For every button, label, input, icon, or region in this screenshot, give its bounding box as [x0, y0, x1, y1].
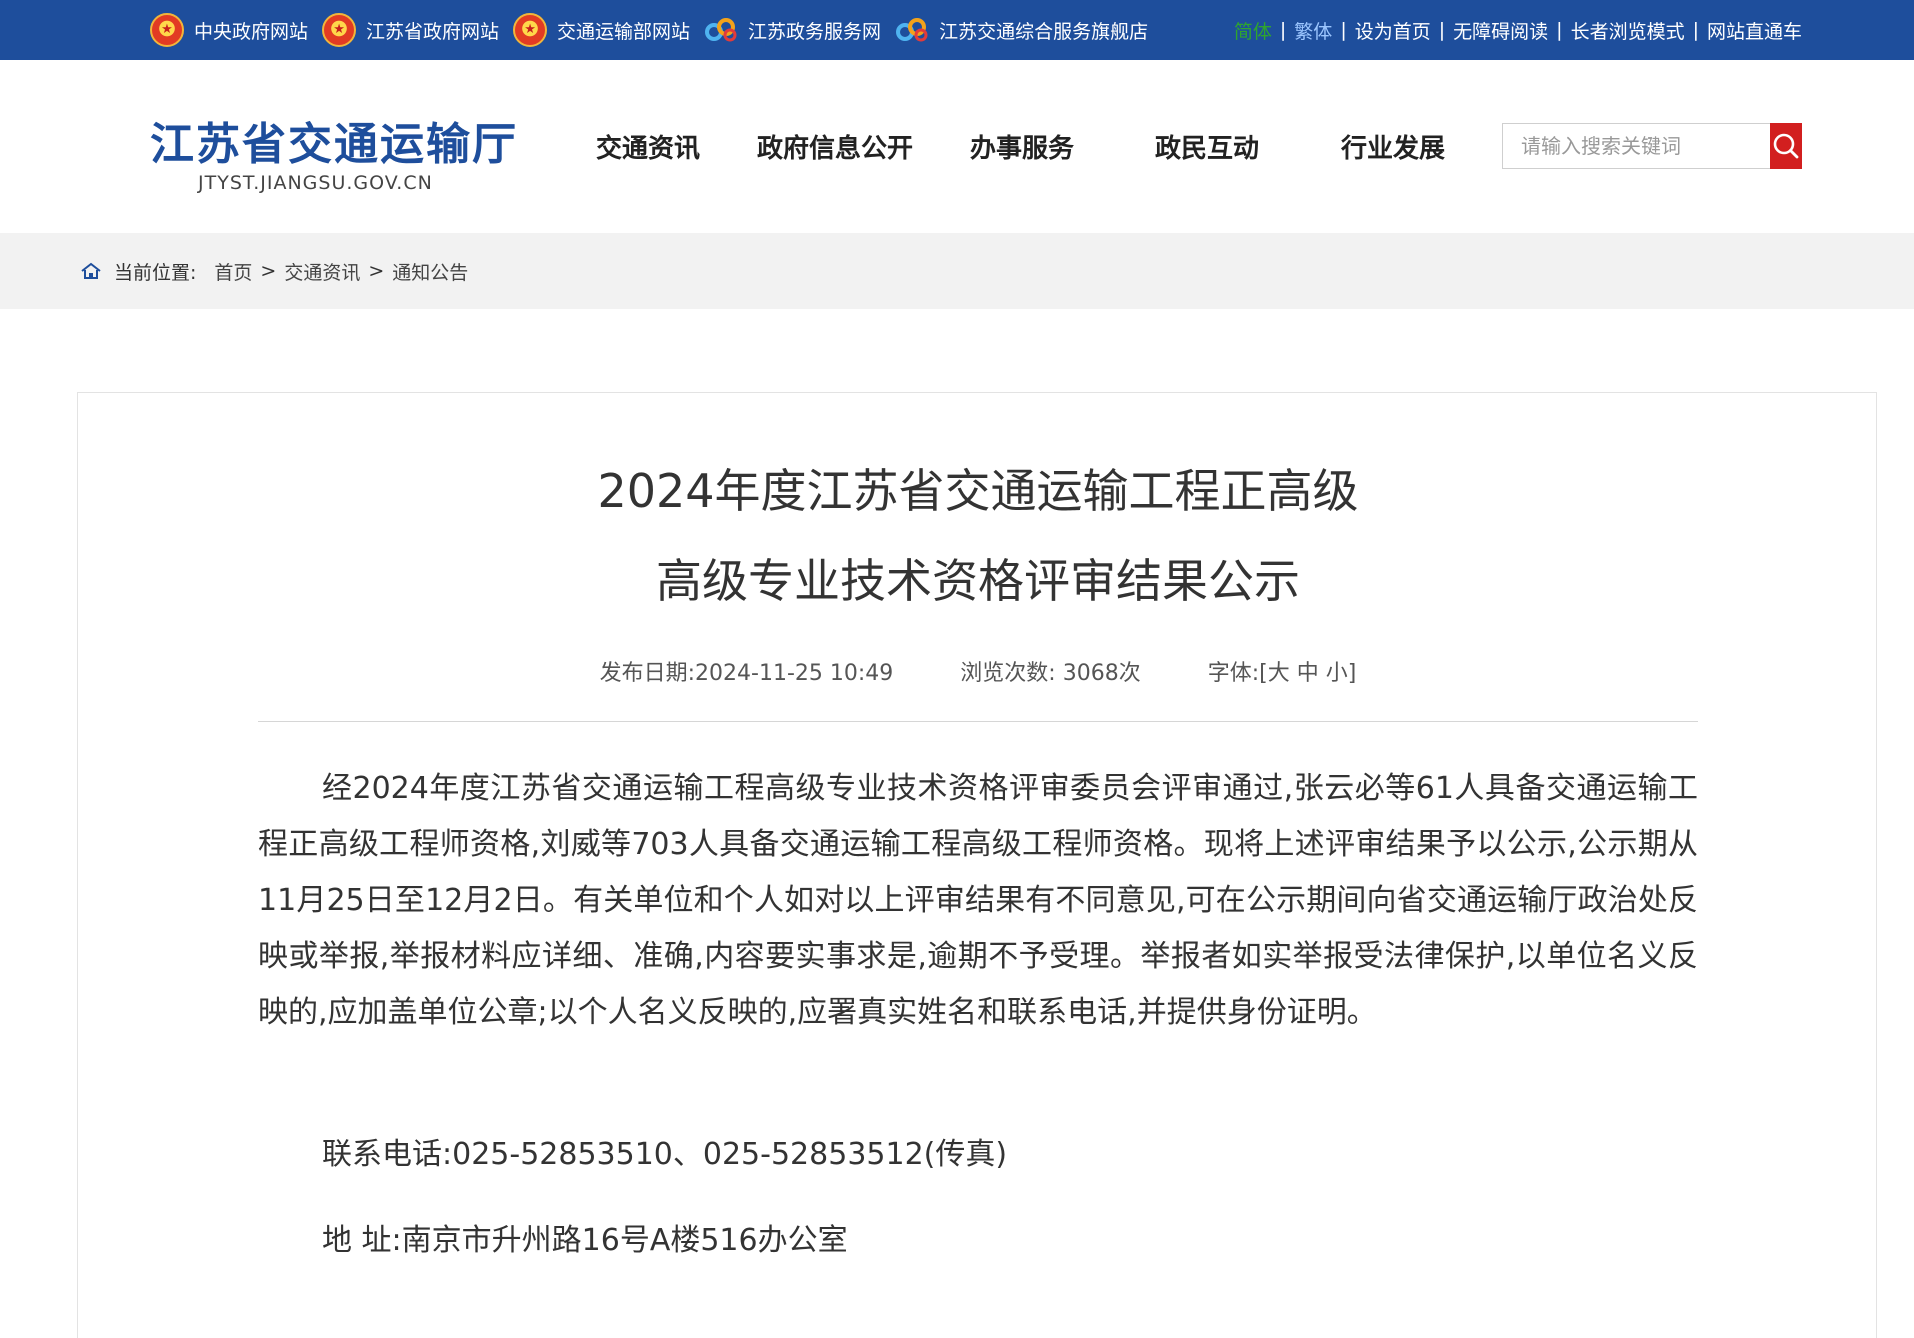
link-label: 江苏政务服务网 — [748, 20, 882, 43]
publish-date-label: 发布日期: — [599, 661, 696, 686]
nav-item-industry[interactable]: 行业发展 — [1341, 128, 1445, 165]
site-directory-link[interactable]: 网站直通车 — [1707, 17, 1802, 44]
view-count: 浏览次数: 3068次 — [960, 661, 1147, 686]
breadcrumb-bar: 当前位置: 首页 > 交通资讯 > 通知公告 — [0, 233, 1914, 309]
article-title-line-2: 高级专业技术资格评审结果公示 — [656, 554, 1300, 608]
article-paragraph: 经2024年度江苏省交通运输工程高级专业技术资格评审委员会评审通过,张云必等61… — [258, 771, 1698, 1030]
contact-address: 地 址:南京市升州路16号A楼516办公室 — [322, 1223, 848, 1258]
bracket-open: [ — [1259, 661, 1268, 686]
link-jiangsu-gov[interactable]: 江苏省政府网站 — [322, 13, 499, 47]
home-icon — [81, 262, 101, 279]
search-input[interactable] — [1503, 124, 1770, 168]
link-label: 江苏省政府网站 — [366, 20, 500, 43]
breadcrumb-separator: > — [368, 260, 385, 282]
article-title-line-1: 2024年度江苏省交通运输工程正高级 — [597, 464, 1359, 518]
breadcrumb-separator: > — [260, 260, 277, 282]
accessible-reading-link[interactable]: 无障碍阅读 — [1453, 17, 1548, 44]
breadcrumb-label: 当前位置: — [114, 261, 197, 284]
font-size-label: 字体: — [1207, 661, 1260, 686]
publish-date-value: 2024-11-25 10:49 — [695, 661, 894, 686]
divider — [258, 721, 1698, 722]
nav-item-interaction[interactable]: 政民互动 — [1155, 128, 1259, 165]
contact-phone: 联系电话:025-52853510、025-52853512(传真) — [322, 1137, 1008, 1172]
link-central-gov[interactable]: 中央政府网站 — [150, 13, 308, 47]
link-jiangsu-gov-service[interactable]: 江苏政务服务网 — [704, 16, 881, 44]
national-emblem-icon — [150, 13, 184, 47]
link-label: 江苏交通综合服务旗舰店 — [939, 20, 1149, 43]
font-size-medium[interactable]: 中 — [1297, 661, 1319, 686]
view-count-label: 浏览次数: — [960, 661, 1056, 686]
view-count-value: 3068次 — [1062, 661, 1141, 686]
set-homepage-link[interactable]: 设为首页 — [1355, 17, 1431, 44]
breadcrumb: 当前位置: 首页 > 交通资讯 > 通知公告 — [80, 233, 468, 309]
divider: | — [1692, 19, 1699, 41]
site-logo-title[interactable]: 江苏省交通运输厅 — [150, 108, 518, 172]
simplified-chinese-link[interactable]: 简体 — [1234, 17, 1272, 44]
article-meta: 发布日期:2024-11-25 10:49 浏览次数: 3068次 字体:[大 … — [78, 655, 1878, 687]
national-emblem-icon — [513, 13, 548, 47]
divider: | — [1340, 19, 1347, 41]
divider: | — [1556, 19, 1563, 41]
elder-mode-link[interactable]: 长者浏览模式 — [1571, 17, 1685, 44]
service-logo-icon — [705, 18, 737, 42]
link-ministry-transport[interactable]: 交通运输部网站 — [513, 13, 690, 47]
article-panel: 2024年度江苏省交通运输工程正高级 高级专业技术资格评审结果公示 发布日期:2… — [77, 392, 1877, 1338]
site-tools: 简体 | 繁体 | 设为首页 | 无障碍阅读 | 长者浏览模式 | 网站直通车 — [1234, 0, 1802, 60]
font-size-large[interactable]: 大 — [1268, 661, 1290, 686]
font-size-small[interactable]: 小 — [1326, 661, 1348, 686]
national-emblem-icon — [322, 13, 357, 47]
divider: | — [1279, 19, 1287, 41]
breadcrumb-item-news[interactable]: 交通资讯 — [284, 258, 360, 285]
font-size-control: 字体:[大 中 小] — [1208, 661, 1357, 686]
nav-item-gov-info[interactable]: 政府信息公开 — [757, 128, 913, 165]
search-icon — [1773, 133, 1799, 159]
top-bar: 中央政府网站 江苏省政府网站 交通运输部网站 江苏政务服务网 江苏交通综合服务旗 — [0, 0, 1914, 60]
breadcrumb-item-home[interactable]: 首页 — [214, 258, 252, 285]
service-logo-icon — [896, 18, 928, 42]
traditional-chinese-link[interactable]: 繁体 — [1294, 17, 1332, 44]
link-transport-flagship-store[interactable]: 江苏交通综合服务旗舰店 — [895, 16, 1148, 44]
bracket-close: ] — [1347, 661, 1357, 686]
nav-item-services[interactable]: 办事服务 — [970, 128, 1074, 165]
site-header: 江苏省交通运输厅 JTYST.JIANGSU.GOV.CN 交通资讯 政府信息公… — [0, 60, 1914, 233]
link-label: 交通运输部网站 — [557, 20, 691, 43]
breadcrumb-item-notices[interactable]: 通知公告 — [392, 258, 468, 285]
search-button[interactable] — [1770, 123, 1802, 169]
divider: | — [1438, 19, 1446, 41]
link-label: 中央政府网站 — [194, 20, 309, 43]
site-logo-domain: JTYST.JIANGSU.GOV.CN — [198, 172, 433, 194]
publish-date: 发布日期:2024-11-25 10:49 — [600, 661, 901, 686]
nav-item-news[interactable]: 交通资讯 — [596, 128, 700, 165]
search-box — [1502, 123, 1802, 169]
